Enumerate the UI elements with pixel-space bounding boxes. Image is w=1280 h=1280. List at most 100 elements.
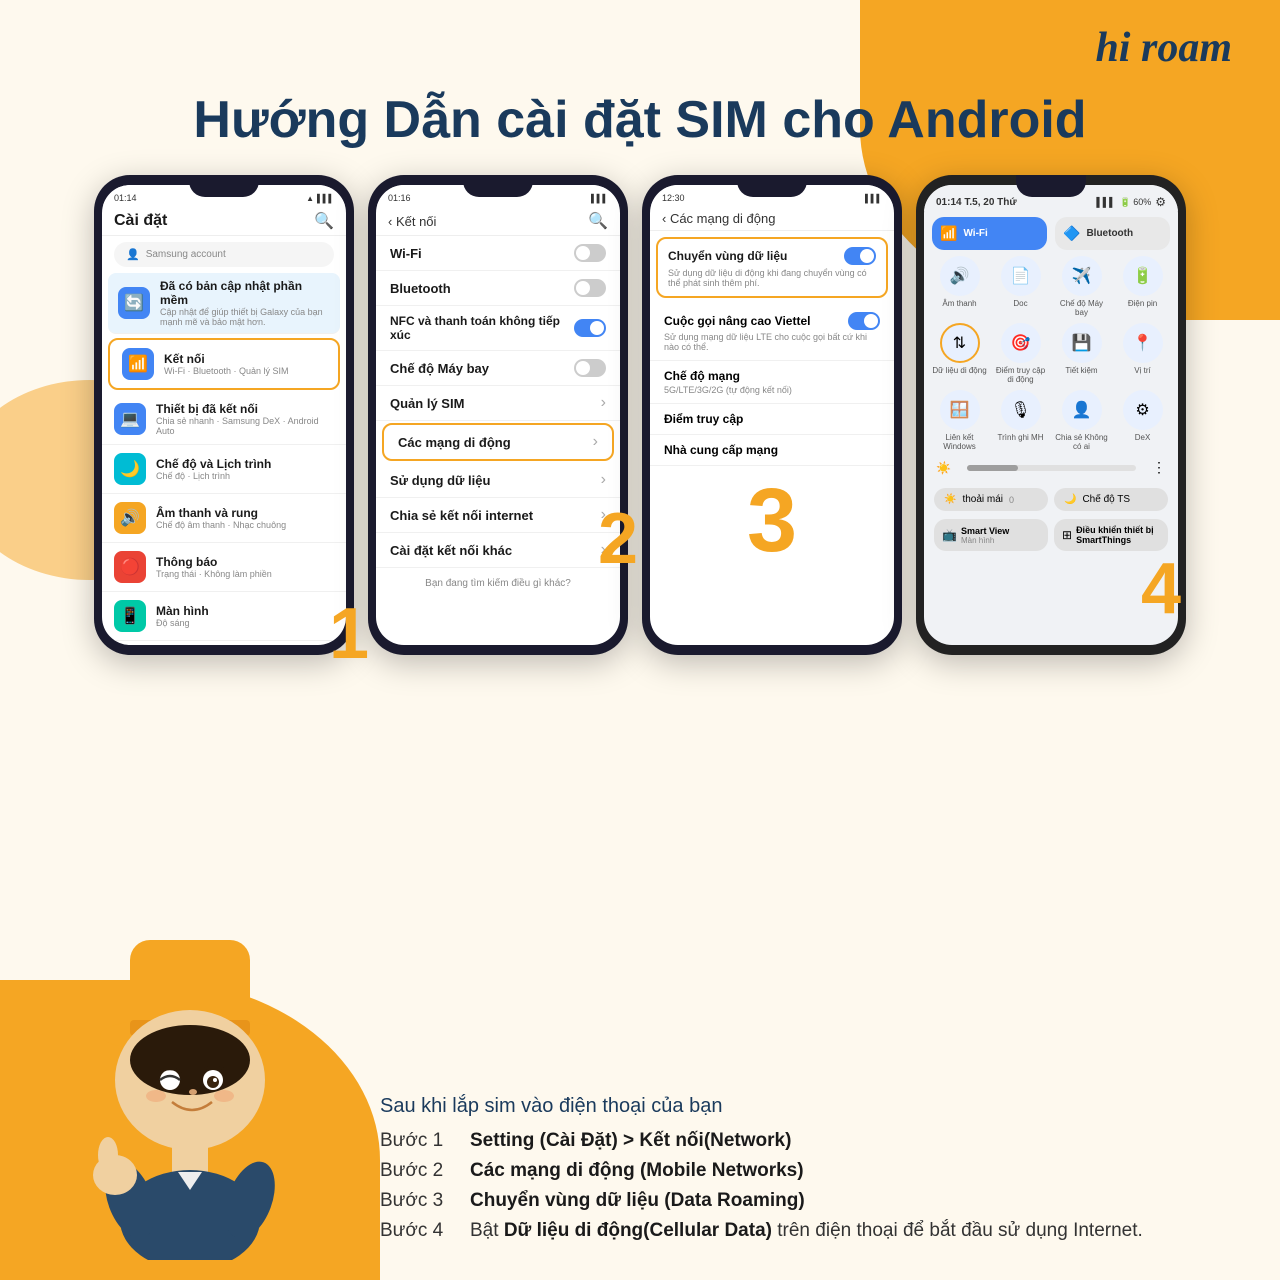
- time-4: 01:14 T.5, 20 Thứ: [936, 197, 1017, 208]
- qs-location-icon: 📍: [1123, 323, 1163, 363]
- step-label-2: Bước 2: [380, 1160, 470, 1182]
- devices-text: Thiết bị đã kết nối Chia sẻ nhanh · Sams…: [156, 402, 334, 436]
- smart-things-btn[interactable]: ⊞ Điều khiển thiết bị SmartThings: [1054, 519, 1168, 551]
- data-usage-item[interactable]: Sử dụng dữ liệu ›: [376, 463, 620, 498]
- steps-list: Bước 1 Setting (Cài Đặt) > Kết nối(Netwo…: [380, 1130, 1240, 1242]
- hotspot-item[interactable]: Chia sẻ kết nối internet ›: [376, 498, 620, 533]
- data-usage-text: Sử dụng dữ liệu: [390, 473, 591, 488]
- connection-item[interactable]: 📶 Kết nối Wi-Fi · Bluetooth · Quản lý SI…: [108, 338, 340, 390]
- brightness-slider[interactable]: [967, 465, 1136, 471]
- qs-hotspot-label: Điểm truy cập di động: [993, 366, 1048, 384]
- che-do-ts-btn[interactable]: 🌙 Chế độ TS: [1054, 488, 1168, 511]
- qs-wifi-item[interactable]: 📶 Wi-Fi: [932, 217, 1047, 250]
- step-label-3: Bước 3: [380, 1190, 470, 1212]
- qs-airplane[interactable]: ✈️ Chế độ Máy bay: [1054, 256, 1109, 317]
- account-bar: 👤 Samsung account: [114, 242, 334, 267]
- access-point-item[interactable]: Điểm truy cập: [650, 404, 894, 435]
- nfc-toggle[interactable]: [574, 319, 606, 337]
- qs-hotspot[interactable]: 🎯 Điểm truy cập di động: [993, 323, 1048, 384]
- status-icons-2: ▌▌▌: [591, 194, 608, 203]
- bluetooth-title: Bluetooth: [390, 281, 564, 296]
- data-roaming-toggle[interactable]: [844, 247, 876, 265]
- qs-bluetooth-item[interactable]: 🔷 Bluetooth: [1055, 217, 1170, 250]
- data-roaming-title: Chuyển vùng dữ liệu: [668, 249, 787, 263]
- nfc-title: NFC và thanh toán không tiếp xúc: [390, 314, 564, 342]
- thoai-mai-btn[interactable]: ☀️ thoải mái 0: [934, 488, 1048, 511]
- mascot: [30, 880, 350, 1260]
- qs-share[interactable]: 👤 Chia sẻ Không có ai: [1054, 390, 1109, 451]
- smart-things-text: Điều khiển thiết bị SmartThings: [1076, 525, 1160, 545]
- phone-screen-4: 01:14 T.5, 20 Thứ ▌▌▌ 🔋 60% ⚙ 📶 Wi-Fi: [924, 185, 1178, 645]
- flight-item[interactable]: Chế độ Máy bay: [376, 351, 620, 386]
- intro-text: Sau khi lắp sim vào điện thoại của bạn: [380, 1095, 1240, 1118]
- chevron-right-mobile: ›: [593, 433, 598, 451]
- qs-recorder[interactable]: 🎙 Trình ghi MH: [993, 390, 1048, 451]
- logo: hi roam: [1095, 24, 1232, 72]
- tv-icon: 📺: [942, 528, 957, 542]
- viettel-call-item[interactable]: Cuộc gọi nâng cao Viettel Sử dụng mạng d…: [650, 304, 894, 361]
- devices-title: Thiết bị đã kết nối: [156, 402, 334, 416]
- mobile-networks-item[interactable]: Các mạng di động ›: [382, 423, 614, 461]
- search-icon-1[interactable]: 🔍: [314, 211, 334, 231]
- display-title: Màn hình: [156, 604, 334, 618]
- notification-item[interactable]: 🔴 Thông báo Trạng thái · Không làm phiền: [102, 543, 346, 592]
- qs-battery[interactable]: 🔋 Điện pin: [1115, 256, 1170, 317]
- mode-item[interactable]: 🌙 Chế độ và Lịch trình Chế độ · Lịch trì…: [102, 445, 346, 494]
- notif-title: Thông báo: [156, 555, 334, 569]
- search-icon-2[interactable]: 🔍: [588, 211, 608, 231]
- footer-text-2: Bạn đang tìm kiếm điều gì khác?: [376, 568, 620, 599]
- bluetooth-toggle[interactable]: [574, 279, 606, 297]
- qs-grid-row3: ⇅ Dữ liệu di động 🎯 Điểm truy cập di độn…: [924, 317, 1178, 390]
- screen-header-3: ‹ Các mạng di động: [650, 205, 894, 231]
- other-title: Cài đặt kết nối khác: [390, 543, 591, 558]
- bottom-section: Sau khi lắp sim vào điện thoại của bạn B…: [380, 1095, 1240, 1250]
- viettel-toggle[interactable]: [848, 312, 880, 330]
- wifi-toggle[interactable]: [574, 244, 606, 262]
- connected-devices-item[interactable]: 💻 Thiết bị đã kết nối Chia sẻ nhanh · Sa…: [102, 394, 346, 445]
- qs-hotspot-icon: 🎯: [1001, 323, 1041, 363]
- qs-dex-label: DeX: [1135, 433, 1151, 442]
- status-icons-3: ▌▌▌: [865, 194, 882, 203]
- qs-sound[interactable]: 🔊 Âm thanh: [932, 256, 987, 317]
- qs-dex[interactable]: ⚙ DeX: [1115, 390, 1170, 451]
- qs-recorder-icon: 🎙: [1001, 390, 1041, 430]
- qs-location[interactable]: 📍 Vị trí: [1115, 323, 1170, 384]
- mode-icon: 🌙: [114, 453, 146, 485]
- bottom-controls: ☀️ thoải mái 0 🌙 Chế độ TS: [924, 484, 1178, 515]
- screen-title-1: Cài đặt: [114, 212, 167, 230]
- sim-manage-item[interactable]: Quản lý SIM ›: [376, 386, 620, 421]
- qs-save-label: Tiết kiệm: [1065, 366, 1097, 375]
- software-update-item[interactable]: 🔄 Đã có bản cập nhật phần mềm Cập nhật đ…: [108, 273, 340, 334]
- bluetooth-item[interactable]: Bluetooth: [376, 271, 620, 306]
- phone-frame-3: 12:30 ▌▌▌ ‹ Các mạng di động Chuyển vùng…: [642, 175, 902, 655]
- network-mode-item[interactable]: Chế độ mạng 5G/LTE/3G/2G (tự động kết nố…: [650, 361, 894, 404]
- back-button-2[interactable]: ‹ Kết nối: [388, 214, 436, 229]
- notif-subtitle: Trạng thái · Không làm phiền: [156, 569, 334, 579]
- qs-windows[interactable]: 🪟 Liên kết Windows: [932, 390, 987, 451]
- more-icon[interactable]: ⋮: [1152, 459, 1166, 476]
- qs-save[interactable]: 💾 Tiết kiệm: [1054, 323, 1109, 384]
- qs-mobile-data[interactable]: ⇅ Dữ liệu di động: [932, 323, 987, 384]
- data-roaming-item[interactable]: Chuyển vùng dữ liệu Sử dụng dữ liệu di đ…: [656, 237, 888, 298]
- display-item[interactable]: 📱 Màn hình Độ sáng: [102, 592, 346, 641]
- phone-4: 01:14 T.5, 20 Thứ ▌▌▌ 🔋 60% ⚙ 📶 Wi-Fi: [916, 175, 1186, 655]
- other-settings-item[interactable]: Cài đặt kết nối khác ›: [376, 533, 620, 568]
- phone-frame-2: 01:16 ▌▌▌ ‹ Kết nối 🔍 Wi-Fi: [368, 175, 628, 655]
- provider-item[interactable]: Nhà cung cấp mạng: [650, 435, 894, 466]
- flight-toggle[interactable]: [574, 359, 606, 377]
- nfc-item[interactable]: NFC và thanh toán không tiếp xúc: [376, 306, 620, 351]
- mobile-networks-title: Các mạng di động: [398, 435, 583, 450]
- battery-icon-2: ▌▌▌: [591, 194, 608, 203]
- display-icon: 📱: [114, 600, 146, 632]
- access-point-title: Điểm truy cập: [664, 412, 743, 426]
- sound-item[interactable]: 🔊 Âm thanh và rung Chế độ âm thanh · Nhạ…: [102, 494, 346, 543]
- qs-battery-label: Điện pin: [1128, 299, 1157, 308]
- wifi-item[interactable]: Wi-Fi: [376, 236, 620, 271]
- qs-bluetooth-icon: 🔷: [1063, 225, 1080, 242]
- settings-icon-4[interactable]: ⚙: [1155, 195, 1166, 209]
- data-roaming-subtitle: Sử dụng dữ liệu di động khi đang chuyển …: [668, 268, 876, 288]
- account-label: Samsung account: [146, 249, 226, 260]
- back-button-3[interactable]: ‹ Các mạng di động: [662, 211, 775, 226]
- qs-doc[interactable]: 📄 Doc: [993, 256, 1048, 317]
- smart-view-btn[interactable]: 📺 Smart View Màn hình: [934, 519, 1048, 551]
